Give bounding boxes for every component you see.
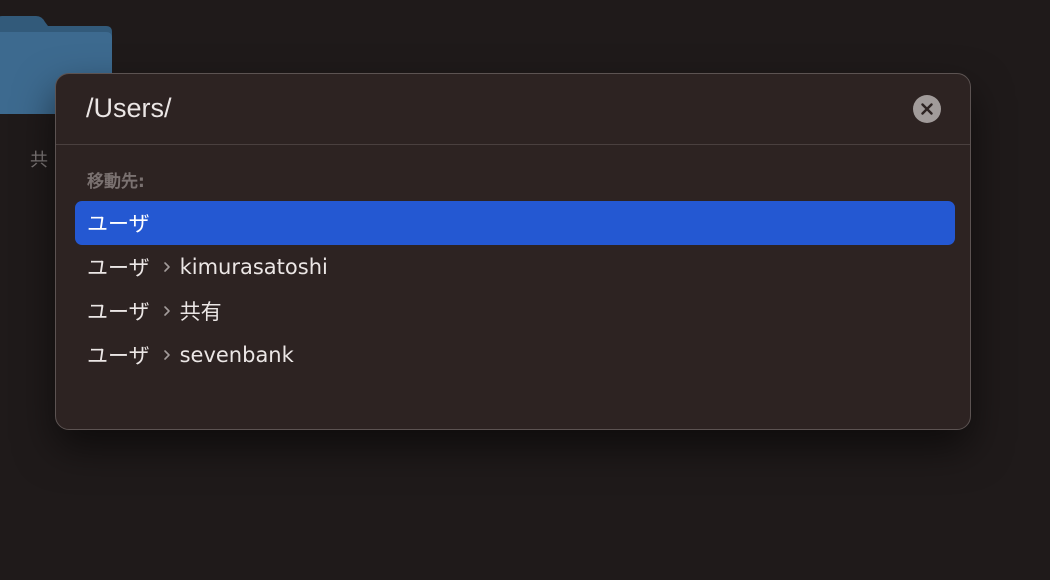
result-row-shared[interactable]: ユーザ 共有 [75,289,955,333]
result-parent: ユーザ [87,300,150,324]
result-parent: ユーザ [87,256,150,280]
result-child: kimurasatoshi [179,255,328,279]
result-row-sevenbank[interactable]: ユーザ sevenbank [75,333,955,377]
section-label: 移動先: [87,172,145,192]
xmark-icon [921,103,933,115]
result-parent: ユーザ [87,344,150,368]
chevron-right-icon [163,262,170,272]
result-parent: ユーザ [87,212,150,236]
go-to-folder-dialog: 移動先: ユーザ ユーザ kimurasatoshi ユーザ 共有 ユーザ [55,73,971,430]
result-row-users[interactable]: ユーザ [75,201,955,245]
folder-label[interactable]: 共 [30,146,48,172]
chevron-right-icon [163,350,170,360]
result-row-kimurasatoshi[interactable]: ユーザ kimurasatoshi [75,245,955,289]
path-bar [56,74,970,145]
results-list: ユーザ ユーザ kimurasatoshi ユーザ 共有 ユーザ sevenba… [75,201,955,377]
chevron-right-icon [163,306,170,316]
desktop: 共 移動先: ユーザ ユーザ kimurasatoshi [0,0,1050,580]
path-input[interactable] [86,90,866,126]
clear-button[interactable] [913,95,941,123]
result-child: sevenbank [179,343,294,367]
result-child: 共有 [179,300,222,324]
